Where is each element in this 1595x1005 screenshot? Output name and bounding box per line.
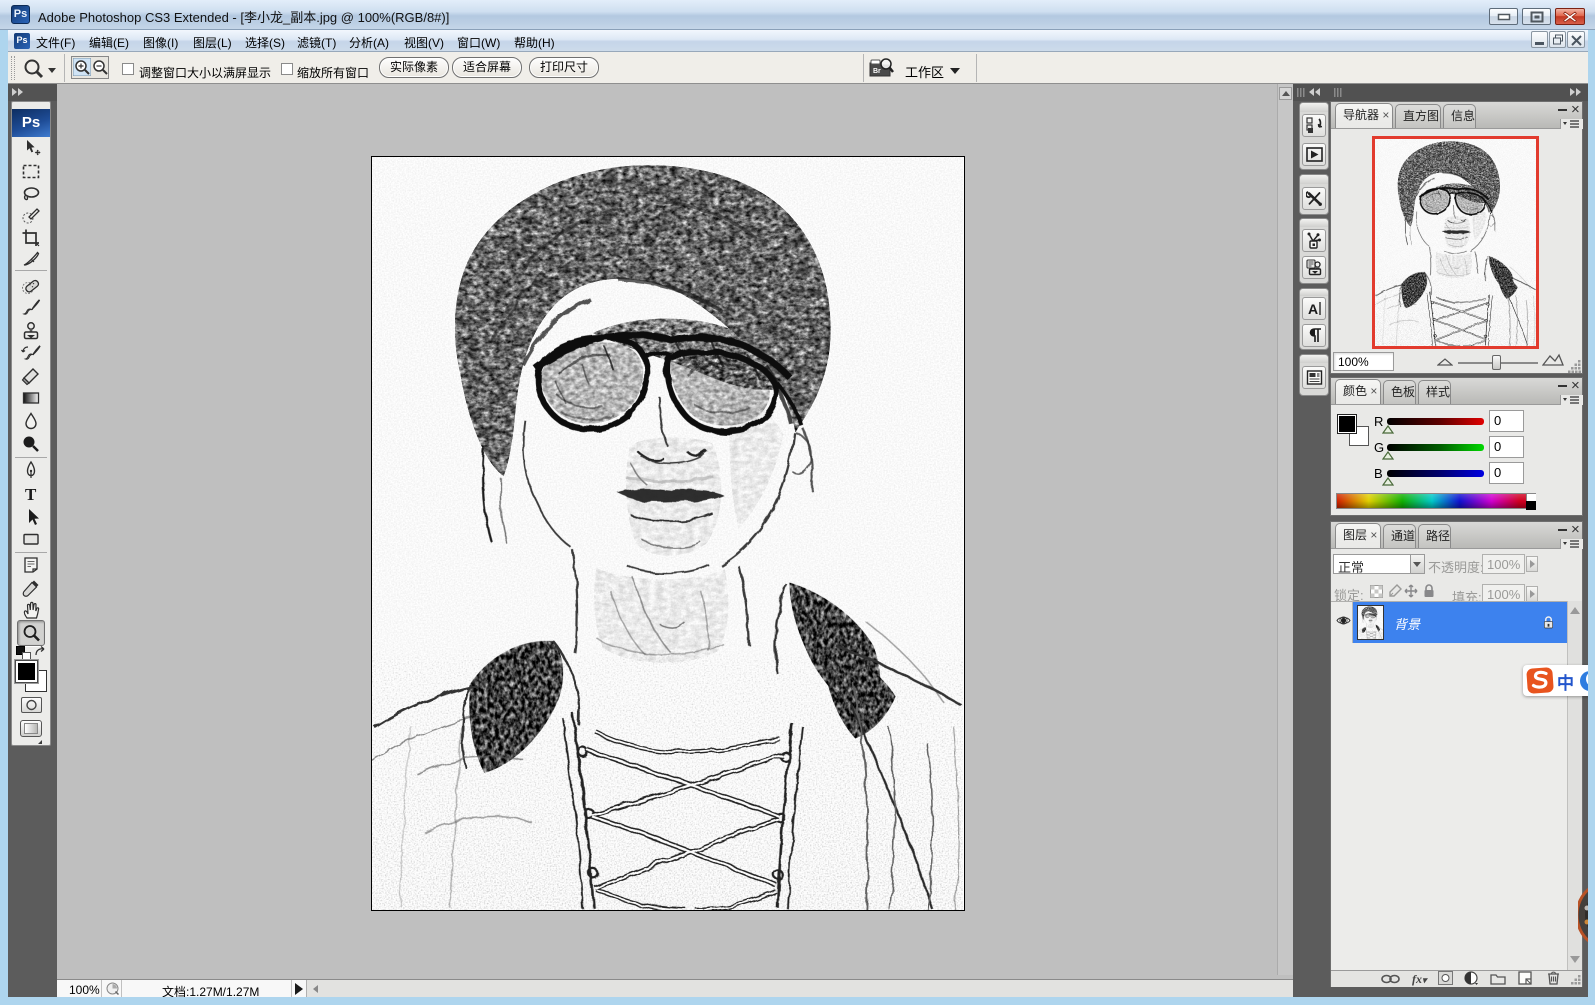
- svg-text:T: T: [25, 485, 37, 504]
- svg-text:Br: Br: [873, 68, 881, 75]
- svg-text:A: A: [1308, 301, 1318, 317]
